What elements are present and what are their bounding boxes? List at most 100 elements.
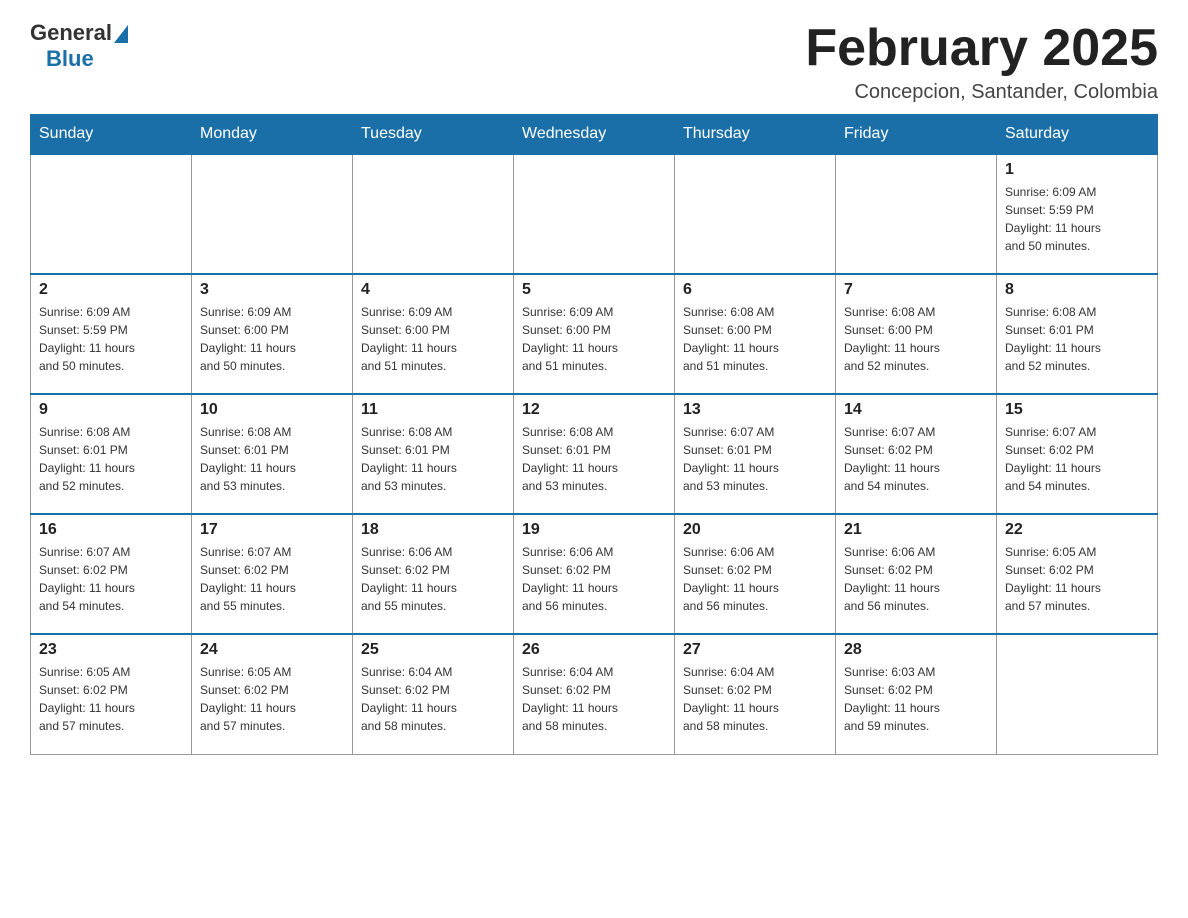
day-number: 28 xyxy=(844,641,988,659)
calendar-cell: 20 Sunrise: 6:06 AM Sunset: 6:02 PM Dayli… xyxy=(675,514,836,634)
weekday-row: SundayMondayTuesdayWednesdayThursdayFrid… xyxy=(31,115,1158,155)
day-info: Sunrise: 6:04 AM Sunset: 6:02 PM Dayligh… xyxy=(361,663,505,735)
day-info: Sunrise: 6:08 AM Sunset: 6:00 PM Dayligh… xyxy=(844,303,988,375)
calendar-cell: 14 Sunrise: 6:07 AM Sunset: 6:02 PM Dayli… xyxy=(836,394,997,514)
day-info: Sunrise: 6:06 AM Sunset: 6:02 PM Dayligh… xyxy=(361,543,505,615)
calendar-cell: 1Sunrise: 6:09 AM Sunset: 5:59 PM Daylig… xyxy=(997,154,1158,274)
calendar-cell xyxy=(997,634,1158,754)
day-info: Sunrise: 6:06 AM Sunset: 6:02 PM Dayligh… xyxy=(683,543,827,615)
day-info: Sunrise: 6:08 AM Sunset: 6:01 PM Dayligh… xyxy=(200,423,344,495)
calendar-cell: 17Sunrise: 6:07 AM Sunset: 6:02 PM Dayli… xyxy=(192,514,353,634)
day-number: 21 xyxy=(844,521,988,539)
day-number: 14 xyxy=(844,401,988,419)
day-number: 5 xyxy=(522,281,666,299)
calendar-cell: 8 Sunrise: 6:08 AM Sunset: 6:01 PM Daylig… xyxy=(997,274,1158,394)
day-number: 25 xyxy=(361,641,505,659)
calendar-cell: 21 Sunrise: 6:06 AM Sunset: 6:02 PM Dayli… xyxy=(836,514,997,634)
calendar-cell xyxy=(675,154,836,274)
day-number: 13 xyxy=(683,401,827,419)
calendar-cell: 24Sunrise: 6:05 AM Sunset: 6:02 PM Dayli… xyxy=(192,634,353,754)
day-info: Sunrise: 6:03 AM Sunset: 6:02 PM Dayligh… xyxy=(844,663,988,735)
logo-general-text: General xyxy=(30,20,112,46)
day-info: Sunrise: 6:06 AM Sunset: 6:02 PM Dayligh… xyxy=(522,543,666,615)
day-number: 3 xyxy=(200,281,344,299)
day-number: 8 xyxy=(1005,281,1149,299)
day-info: Sunrise: 6:08 AM Sunset: 6:01 PM Dayligh… xyxy=(361,423,505,495)
logo-blue-text: Blue xyxy=(46,46,94,72)
weekday-header-sunday: Sunday xyxy=(31,115,192,155)
day-info: Sunrise: 6:07 AM Sunset: 6:02 PM Dayligh… xyxy=(39,543,183,615)
day-number: 26 xyxy=(522,641,666,659)
day-info: Sunrise: 6:09 AM Sunset: 6:00 PM Dayligh… xyxy=(361,303,505,375)
calendar-cell: 16 Sunrise: 6:07 AM Sunset: 6:02 PM Dayli… xyxy=(31,514,192,634)
day-number: 27 xyxy=(683,641,827,659)
week-row-2: 2Sunrise: 6:09 AM Sunset: 5:59 PM Daylig… xyxy=(31,274,1158,394)
weekday-header-wednesday: Wednesday xyxy=(514,115,675,155)
day-number: 23 xyxy=(39,641,183,659)
weekday-header-saturday: Saturday xyxy=(997,115,1158,155)
day-info: Sunrise: 6:08 AM Sunset: 6:01 PM Dayligh… xyxy=(39,423,183,495)
calendar-cell: 9 Sunrise: 6:08 AM Sunset: 6:01 PM Daylig… xyxy=(31,394,192,514)
day-info: Sunrise: 6:08 AM Sunset: 6:01 PM Dayligh… xyxy=(1005,303,1149,375)
day-info: Sunrise: 6:05 AM Sunset: 6:02 PM Dayligh… xyxy=(1005,543,1149,615)
calendar-cell xyxy=(192,154,353,274)
day-number: 16 xyxy=(39,521,183,539)
calendar-cell: 5 Sunrise: 6:09 AM Sunset: 6:00 PM Daylig… xyxy=(514,274,675,394)
day-info: Sunrise: 6:08 AM Sunset: 6:01 PM Dayligh… xyxy=(522,423,666,495)
day-info: Sunrise: 6:05 AM Sunset: 6:02 PM Dayligh… xyxy=(39,663,183,735)
day-info: Sunrise: 6:04 AM Sunset: 6:02 PM Dayligh… xyxy=(683,663,827,735)
day-info: Sunrise: 6:09 AM Sunset: 5:59 PM Dayligh… xyxy=(39,303,183,375)
logo-triangle-icon xyxy=(114,25,128,43)
calendar-cell: 26 Sunrise: 6:04 AM Sunset: 6:02 PM Dayli… xyxy=(514,634,675,754)
location-text: Concepcion, Santander, Colombia xyxy=(805,81,1158,104)
day-number: 4 xyxy=(361,281,505,299)
week-row-4: 16 Sunrise: 6:07 AM Sunset: 6:02 PM Dayli… xyxy=(31,514,1158,634)
week-row-1: 1Sunrise: 6:09 AM Sunset: 5:59 PM Daylig… xyxy=(31,154,1158,274)
calendar-cell: 2Sunrise: 6:09 AM Sunset: 5:59 PM Daylig… xyxy=(31,274,192,394)
calendar-cell: 19 Sunrise: 6:06 AM Sunset: 6:02 PM Dayli… xyxy=(514,514,675,634)
day-number: 9 xyxy=(39,401,183,419)
calendar-cell: 25 Sunrise: 6:04 AM Sunset: 6:02 PM Dayli… xyxy=(353,634,514,754)
calendar-cell: 4 Sunrise: 6:09 AM Sunset: 6:00 PM Daylig… xyxy=(353,274,514,394)
day-info: Sunrise: 6:09 AM Sunset: 6:00 PM Dayligh… xyxy=(522,303,666,375)
calendar-cell: 15 Sunrise: 6:07 AM Sunset: 6:02 PM Dayli… xyxy=(997,394,1158,514)
calendar-cell: 11 Sunrise: 6:08 AM Sunset: 6:01 PM Dayli… xyxy=(353,394,514,514)
calendar-cell xyxy=(31,154,192,274)
day-info: Sunrise: 6:04 AM Sunset: 6:02 PM Dayligh… xyxy=(522,663,666,735)
day-info: Sunrise: 6:07 AM Sunset: 6:02 PM Dayligh… xyxy=(1005,423,1149,495)
day-info: Sunrise: 6:07 AM Sunset: 6:01 PM Dayligh… xyxy=(683,423,827,495)
calendar-cell: 18 Sunrise: 6:06 AM Sunset: 6:02 PM Dayli… xyxy=(353,514,514,634)
day-number: 11 xyxy=(361,401,505,419)
day-info: Sunrise: 6:06 AM Sunset: 6:02 PM Dayligh… xyxy=(844,543,988,615)
calendar-cell: 23 Sunrise: 6:05 AM Sunset: 6:02 PM Dayli… xyxy=(31,634,192,754)
week-row-3: 9 Sunrise: 6:08 AM Sunset: 6:01 PM Daylig… xyxy=(31,394,1158,514)
day-info: Sunrise: 6:07 AM Sunset: 6:02 PM Dayligh… xyxy=(844,423,988,495)
day-info: Sunrise: 6:09 AM Sunset: 5:59 PM Dayligh… xyxy=(1005,183,1149,255)
day-number: 15 xyxy=(1005,401,1149,419)
day-info: Sunrise: 6:05 AM Sunset: 6:02 PM Dayligh… xyxy=(200,663,344,735)
month-title: February 2025 xyxy=(805,20,1158,77)
calendar-cell: 6 Sunrise: 6:08 AM Sunset: 6:00 PM Daylig… xyxy=(675,274,836,394)
calendar-cell: 7 Sunrise: 6:08 AM Sunset: 6:00 PM Daylig… xyxy=(836,274,997,394)
day-number: 18 xyxy=(361,521,505,539)
weekday-header-monday: Monday xyxy=(192,115,353,155)
calendar-cell xyxy=(353,154,514,274)
calendar-table: SundayMondayTuesdayWednesdayThursdayFrid… xyxy=(30,114,1158,755)
weekday-header-thursday: Thursday xyxy=(675,115,836,155)
day-number: 19 xyxy=(522,521,666,539)
day-info: Sunrise: 6:08 AM Sunset: 6:00 PM Dayligh… xyxy=(683,303,827,375)
day-info: Sunrise: 6:09 AM Sunset: 6:00 PM Dayligh… xyxy=(200,303,344,375)
weekday-header-friday: Friday xyxy=(836,115,997,155)
day-number: 6 xyxy=(683,281,827,299)
day-number: 7 xyxy=(844,281,988,299)
day-number: 20 xyxy=(683,521,827,539)
calendar-cell: 28 Sunrise: 6:03 AM Sunset: 6:02 PM Dayli… xyxy=(836,634,997,754)
day-number: 22 xyxy=(1005,521,1149,539)
title-section: February 2025 Concepcion, Santander, Col… xyxy=(805,20,1158,104)
calendar-cell xyxy=(514,154,675,274)
calendar-body: 1Sunrise: 6:09 AM Sunset: 5:59 PM Daylig… xyxy=(31,154,1158,754)
calendar-cell: 13 Sunrise: 6:07 AM Sunset: 6:01 PM Dayli… xyxy=(675,394,836,514)
day-number: 17 xyxy=(200,521,344,539)
calendar-cell: 10Sunrise: 6:08 AM Sunset: 6:01 PM Dayli… xyxy=(192,394,353,514)
week-row-5: 23 Sunrise: 6:05 AM Sunset: 6:02 PM Dayli… xyxy=(31,634,1158,754)
